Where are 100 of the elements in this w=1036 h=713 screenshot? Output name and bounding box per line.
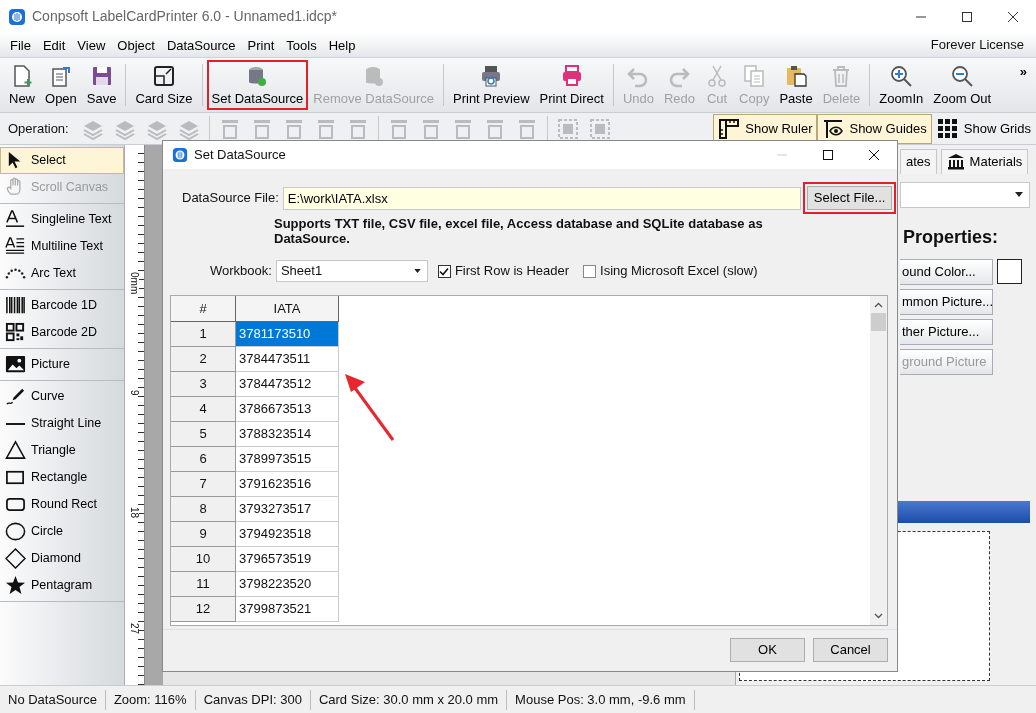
- table-cell[interactable]: 3793273517: [236, 497, 339, 522]
- maximize-icon[interactable]: [961, 10, 973, 23]
- operation-label: Operation:: [8, 119, 69, 138]
- table-cell[interactable]: 3794923518: [236, 522, 339, 547]
- dialog-button[interactable]: OK: [730, 638, 805, 662]
- toolbar-button[interactable]: Open: [40, 60, 82, 110]
- tool-item[interactable]: Straight Line: [0, 410, 124, 437]
- scroll-up-icon[interactable]: [874, 302, 883, 308]
- diamond-icon: [5, 548, 26, 569]
- tool-item[interactable]: Barcode 1D: [0, 292, 124, 319]
- toolbar-button[interactable]: New: [4, 60, 40, 110]
- menu-item[interactable]: View: [71, 32, 112, 58]
- toolbar-button[interactable]: Set DataSource: [206, 60, 309, 110]
- property-button[interactable]: ound Color...: [900, 258, 993, 285]
- row-header: 11: [171, 572, 236, 597]
- status-text: Mouse Pos: 3.0 mm, -9.6 mm: [507, 689, 695, 710]
- tool-item[interactable]: Picture: [0, 351, 124, 378]
- menu-item[interactable]: Help: [322, 32, 362, 58]
- dialog-button[interactable]: Cancel: [813, 638, 888, 662]
- tool-item[interactable]: Singleline Text: [0, 206, 124, 233]
- toggle-button[interactable]: Show Grids: [931, 113, 1036, 144]
- tool-item[interactable]: Arc Text: [0, 260, 124, 287]
- tool-item[interactable]: Select: [0, 147, 124, 174]
- app-logo-icon: [172, 147, 188, 163]
- table-cell[interactable]: 3781173510: [236, 322, 339, 347]
- row-header: 12: [171, 597, 236, 622]
- tool-item[interactable]: Rectangle: [0, 464, 124, 491]
- toolbar-button[interactable]: Print Direct: [534, 60, 609, 110]
- row-header: 9: [171, 522, 236, 547]
- toolbar-button[interactable]: Print Preview: [448, 60, 535, 110]
- select-file-button[interactable]: Select File...: [806, 186, 893, 210]
- guides-eye-icon: [822, 118, 844, 139]
- close-icon[interactable]: [1007, 10, 1019, 23]
- table-cell[interactable]: 3789973515: [236, 447, 339, 472]
- triangle-icon: [5, 440, 26, 461]
- status-text: Canvas DPI: 300: [195, 689, 311, 710]
- table-cell[interactable]: 3798223520: [236, 572, 339, 597]
- checkbox-label: Ising Microsoft Excel (slow): [600, 262, 758, 281]
- zoom-out-icon: [950, 64, 975, 88]
- clipboard-icon: [784, 64, 808, 88]
- tool-item[interactable]: Triangle: [0, 437, 124, 464]
- grid-icon: [936, 118, 958, 139]
- toolbar-button[interactable]: Zoom Out: [928, 60, 997, 110]
- checkbox[interactable]: [437, 264, 451, 278]
- toolbar-button[interactable]: Card Size: [130, 60, 198, 110]
- column-header: #: [171, 296, 236, 322]
- file-path-field[interactable]: E:\work\IATA.xlsx: [282, 186, 801, 210]
- tool-item[interactable]: Multiline Text: [0, 233, 124, 260]
- menu-item[interactable]: Edit: [36, 32, 72, 58]
- tool-item[interactable]: Pentagram: [0, 572, 124, 599]
- scroll-down-icon[interactable]: [874, 613, 883, 619]
- workbook-select[interactable]: Sheet1: [275, 260, 428, 282]
- toolbar-button[interactable]: Paste: [774, 60, 818, 110]
- panel-tab[interactable]: ates: [900, 149, 937, 174]
- ruler-icon: [718, 118, 740, 139]
- table-cell[interactable]: 3799873521: [236, 597, 339, 622]
- tool-item[interactable]: Barcode 2D: [0, 319, 124, 346]
- toolbar-button[interactable]: Save: [81, 60, 122, 110]
- menu-item[interactable]: Print: [241, 32, 281, 58]
- scroll-thumb[interactable]: [871, 313, 886, 331]
- property-button[interactable]: mmon Picture...: [900, 288, 993, 315]
- ruler-label: 27: [129, 623, 139, 635]
- tool-item[interactable]: Curve: [0, 383, 124, 410]
- tool-item[interactable]: Round Rect: [0, 491, 124, 518]
- properties-heading: Properties:: [903, 225, 1000, 249]
- star-icon: [5, 575, 26, 596]
- close-icon[interactable]: [868, 149, 880, 161]
- panel-dropdown[interactable]: [900, 181, 1030, 208]
- ruler-label: 0mm: [129, 272, 139, 295]
- qr-code-icon: [5, 322, 26, 343]
- ruler-label: 18: [129, 507, 139, 519]
- menu-item[interactable]: Tools: [280, 32, 323, 58]
- toggle-button[interactable]: Show Guides: [817, 113, 932, 144]
- checkbox[interactable]: [583, 264, 597, 278]
- menu-item[interactable]: File: [4, 32, 37, 58]
- status-text: Zoom: 116%: [105, 689, 196, 710]
- row-header: 7: [171, 472, 236, 497]
- license-label: Forever License: [930, 36, 1025, 55]
- table-cell[interactable]: 3784473511: [236, 347, 339, 372]
- status-text: Card Size: 30.0 mm x 20.0 mm: [310, 689, 508, 710]
- bank-building-icon: [946, 153, 965, 171]
- row-header: 5: [171, 422, 236, 447]
- property-button[interactable]: ther Picture...: [900, 318, 993, 345]
- tool-item[interactable]: Diamond: [0, 545, 124, 572]
- pen-icon: [5, 386, 26, 407]
- menu-item[interactable]: Object: [111, 32, 161, 58]
- table-cell[interactable]: 3784473512: [236, 372, 339, 397]
- color-swatch[interactable]: [997, 259, 1022, 284]
- toolbar-button[interactable]: ZoomIn: [874, 60, 929, 110]
- tool-item[interactable]: Circle: [0, 518, 124, 545]
- panel-tab[interactable]: Materials: [940, 149, 1029, 174]
- maximize-icon[interactable]: [822, 149, 834, 161]
- table-cell[interactable]: 3791623516: [236, 472, 339, 497]
- more-button[interactable]: »: [1014, 60, 1032, 110]
- table-cell[interactable]: 3788323514: [236, 422, 339, 447]
- table-cell[interactable]: 3786673513: [236, 397, 339, 422]
- table-cell[interactable]: 3796573519: [236, 547, 339, 572]
- circle-icon: [5, 521, 26, 542]
- menu-item[interactable]: DataSource: [160, 32, 242, 58]
- scrollbar[interactable]: [870, 296, 887, 625]
